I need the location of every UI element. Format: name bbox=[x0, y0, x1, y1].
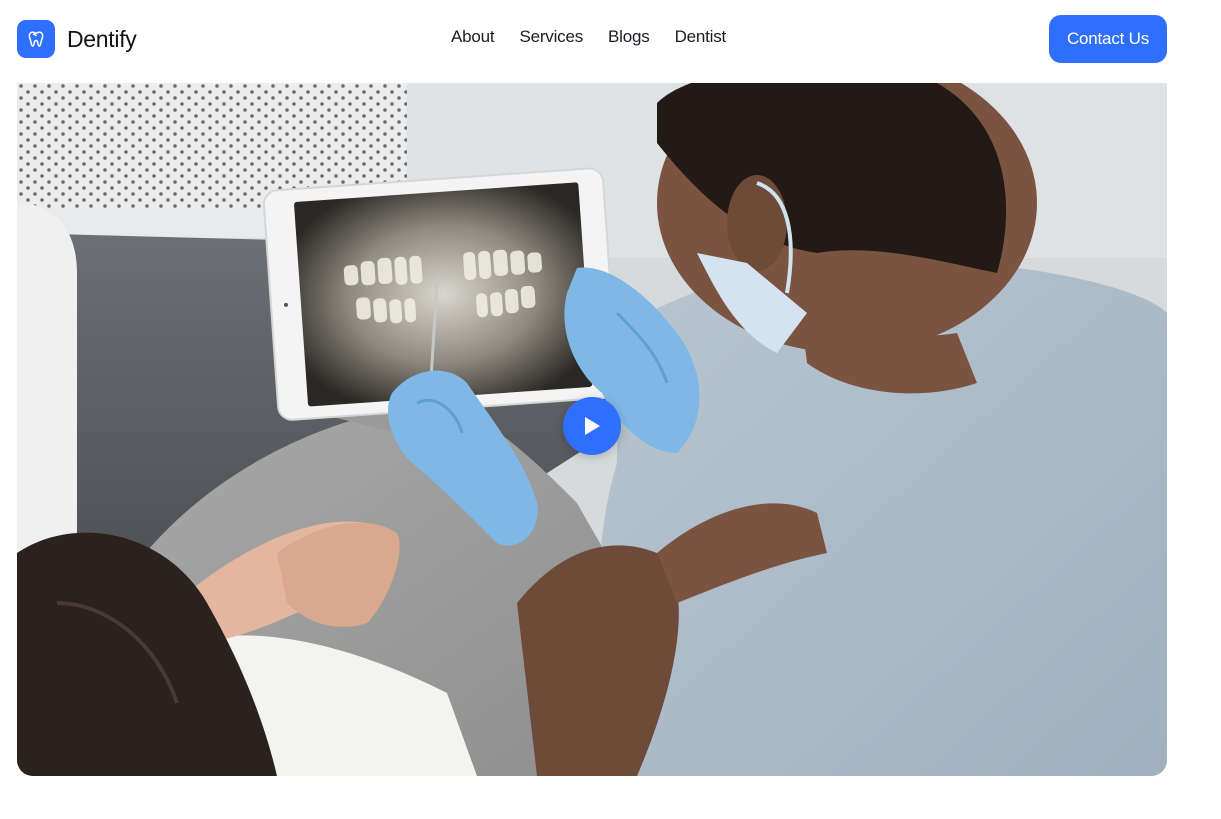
play-button[interactable] bbox=[563, 397, 621, 455]
contact-us-button[interactable]: Contact Us bbox=[1049, 15, 1167, 63]
nav-link-dentist[interactable]: Dentist bbox=[675, 27, 727, 47]
nav-link-services[interactable]: Services bbox=[519, 27, 583, 47]
nav-link-about[interactable]: About bbox=[451, 27, 495, 47]
hero-video[interactable] bbox=[17, 83, 1167, 776]
main-nav: About Services Blogs Dentist bbox=[451, 27, 726, 47]
brand-name: Dentify bbox=[67, 25, 137, 52]
brand-logo[interactable]: Dentify bbox=[17, 20, 137, 58]
nav-link-blogs[interactable]: Blogs bbox=[608, 27, 650, 47]
tooth-icon bbox=[17, 20, 55, 58]
navbar: Dentify About Services Blogs Dentist Con… bbox=[0, 0, 1221, 78]
play-icon bbox=[585, 417, 600, 435]
